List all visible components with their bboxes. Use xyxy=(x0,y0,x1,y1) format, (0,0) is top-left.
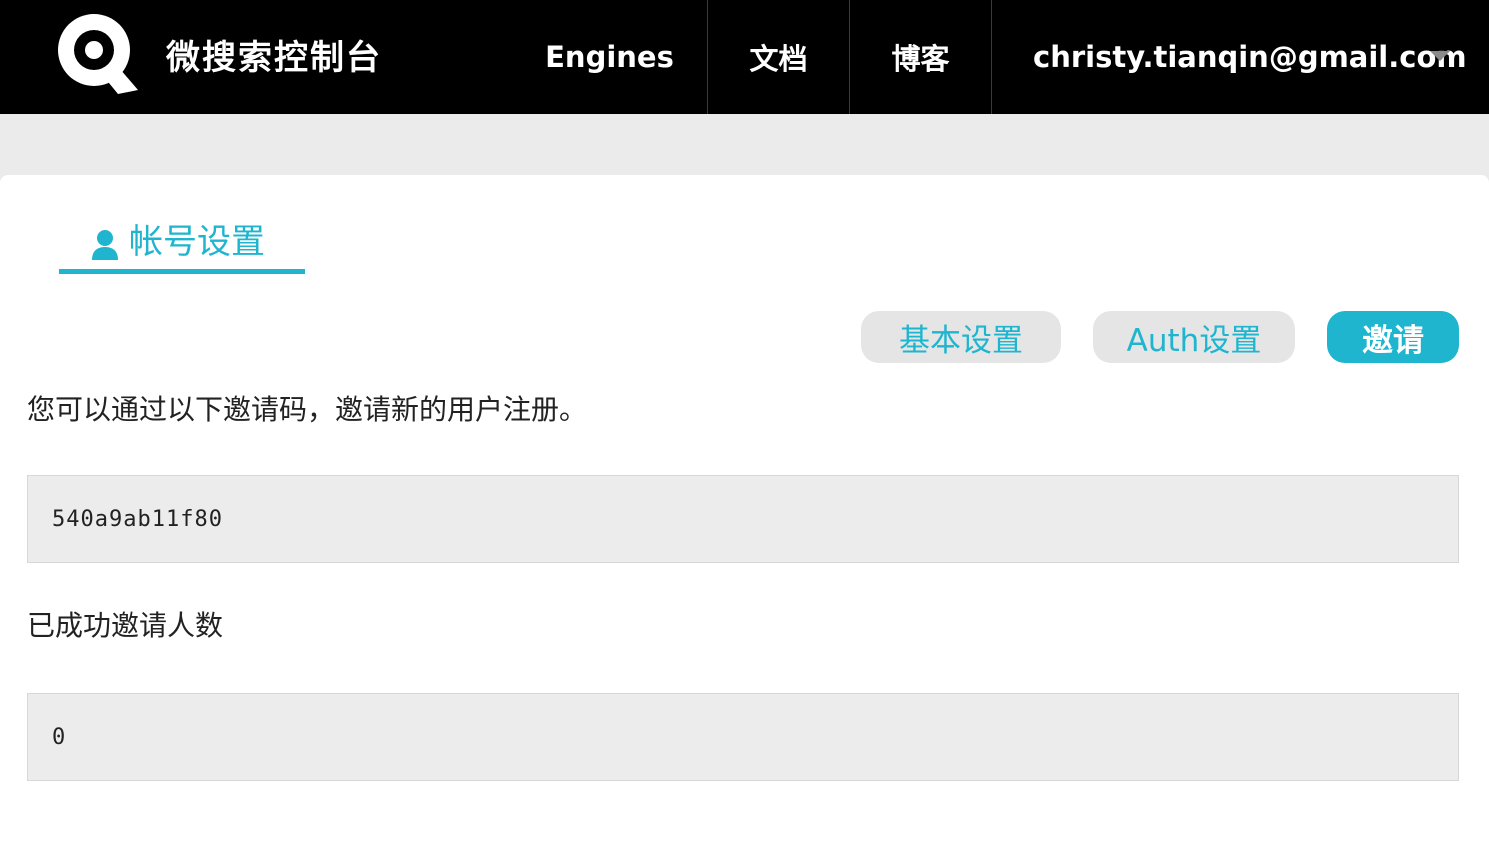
nav-blog[interactable]: 博客 xyxy=(850,0,991,114)
account-settings-tab[interactable]: 帐号设置 xyxy=(59,222,305,274)
user-icon xyxy=(92,229,118,260)
top-navigation-bar: 微搜索控制台 Engines 文档 博客 christy.tianqin@gma… xyxy=(0,0,1489,114)
invite-code-value: 540a9ab11f80 xyxy=(52,506,223,532)
auth-settings-button[interactable]: Auth设置 xyxy=(1093,311,1295,363)
nav-docs[interactable]: 文档 xyxy=(708,0,849,114)
invited-count-value: 0 xyxy=(52,724,67,750)
invite-button[interactable]: 邀请 xyxy=(1327,311,1459,363)
chevron-down-icon[interactable] xyxy=(1430,51,1450,61)
app-title[interactable]: 微搜索控制台 xyxy=(166,36,382,80)
tab-title: 帐号设置 xyxy=(129,221,265,262)
invited-count-label: 已成功邀请人数 xyxy=(27,609,224,642)
invite-code-field[interactable]: 540a9ab11f80 xyxy=(27,475,1459,563)
basic-settings-button[interactable]: 基本设置 xyxy=(861,311,1061,363)
user-menu[interactable]: christy.tianqin@gmail.com xyxy=(992,0,1489,114)
invited-count-field[interactable]: 0 xyxy=(27,693,1459,781)
search-q-logo-icon[interactable] xyxy=(56,12,138,94)
invite-description: 您可以通过以下邀请码，邀请新的用户注册。 xyxy=(27,393,588,426)
nav-engines[interactable]: Engines xyxy=(512,0,707,114)
